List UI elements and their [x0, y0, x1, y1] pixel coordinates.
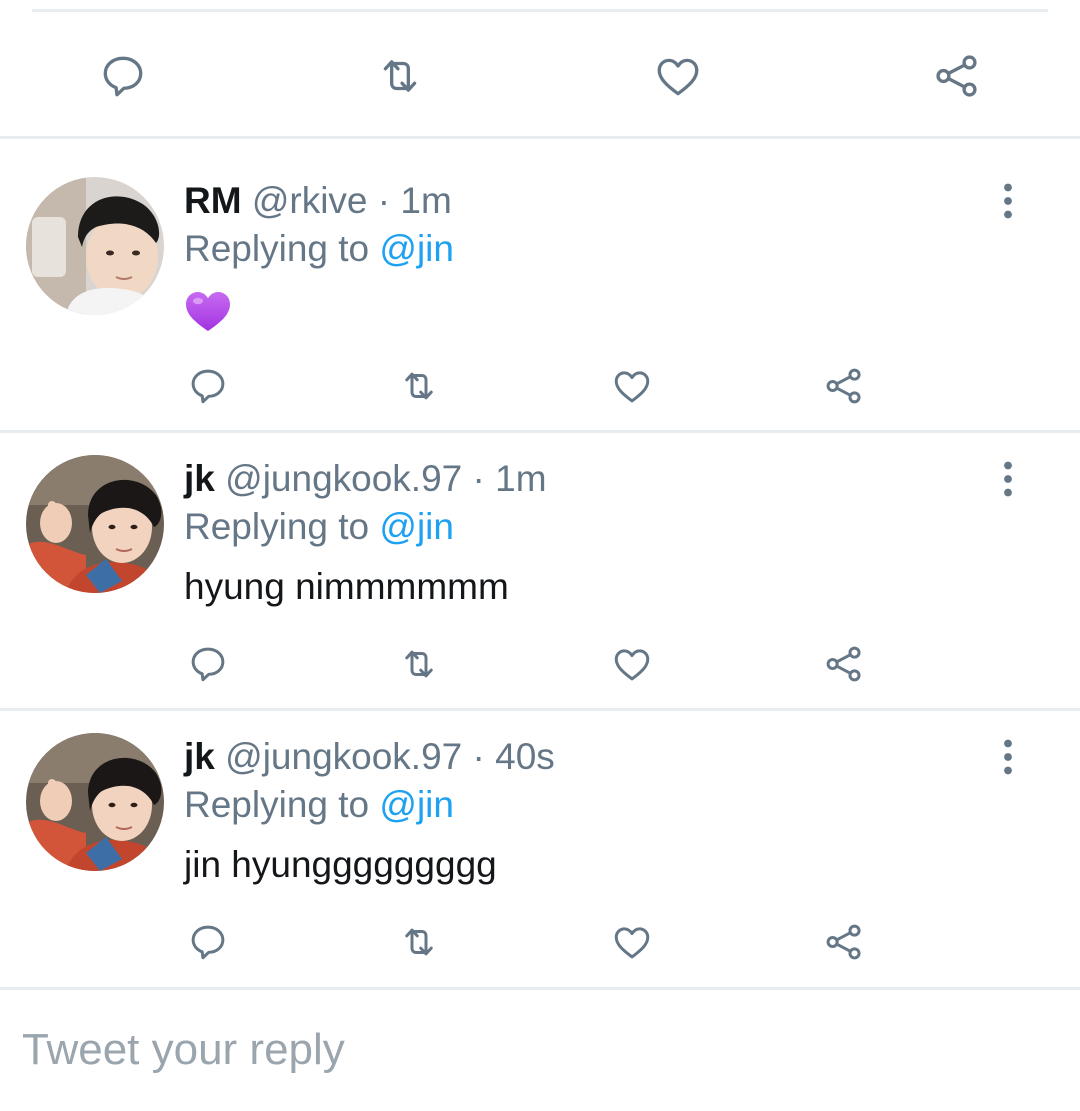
timestamp: 1m — [400, 180, 452, 221]
timestamp: 1m — [495, 458, 547, 499]
share-button[interactable] — [822, 920, 866, 964]
reply-tweet[interactable]: jk @jungkook.97 · 40s Replying to @jin j… — [0, 695, 1080, 973]
user-handle[interactable]: @rkive — [252, 180, 368, 221]
like-button[interactable] — [610, 642, 654, 686]
reply-header: jk @jungkook.97 · 1m — [184, 457, 547, 501]
replying-to-line: Replying to @jin — [184, 783, 454, 827]
share-button[interactable] — [822, 364, 866, 408]
reply-tweet[interactable]: RM @rkive · 1m Replying to @jin — [0, 139, 1080, 417]
like-icon — [614, 371, 650, 403]
reply-button[interactable] — [186, 642, 230, 686]
like-icon — [614, 649, 650, 681]
avatar[interactable] — [26, 177, 164, 315]
mention-link[interactable]: @jin — [379, 228, 454, 269]
reply-text: jin hyunggggggggg — [184, 844, 497, 885]
reply-icon — [103, 56, 143, 97]
reply-text: hyung nimmmmmm — [184, 566, 509, 607]
separator-dot: · — [472, 736, 485, 777]
tweet-reply-input[interactable] — [22, 1020, 1022, 1080]
avatar[interactable] — [26, 733, 164, 871]
user-handle[interactable]: @jungkook.97 — [225, 458, 462, 499]
reply-action-bar — [0, 920, 1080, 966]
more-options-button[interactable] — [988, 459, 1028, 499]
retweet-icon — [405, 928, 433, 956]
reply-icon — [191, 925, 225, 960]
reply-button[interactable] — [186, 364, 230, 408]
main-share-button[interactable] — [931, 50, 983, 102]
replying-to-line: Replying to @jin — [184, 227, 454, 271]
more-vertical-icon — [1004, 461, 1012, 497]
compose-reply-bar — [0, 990, 1080, 1111]
reply-header: jk @jungkook.97 · 40s — [184, 735, 555, 779]
separator-dot: · — [472, 458, 485, 499]
timestamp: 40s — [495, 736, 555, 777]
like-button[interactable] — [610, 364, 654, 408]
retweet-button[interactable] — [397, 642, 441, 686]
more-vertical-icon — [1004, 739, 1012, 775]
retweet-icon — [405, 372, 433, 400]
user-handle[interactable]: @jungkook.97 — [225, 736, 462, 777]
like-icon — [657, 58, 699, 96]
more-vertical-icon — [1004, 183, 1012, 219]
reply-header: RM @rkive · 1m — [184, 179, 452, 223]
like-icon — [614, 927, 650, 959]
reply-button[interactable] — [186, 920, 230, 964]
more-options-button[interactable] — [988, 181, 1028, 221]
avatar[interactable] — [26, 455, 164, 593]
display-name[interactable]: jk — [184, 458, 215, 499]
share-icon — [936, 55, 977, 97]
display-name[interactable]: jk — [184, 736, 215, 777]
display-name[interactable]: RM — [184, 180, 242, 221]
reply-tweet[interactable]: jk @jungkook.97 · 1m Replying to @jin hy… — [0, 417, 1080, 695]
replying-to-label: Replying to — [184, 506, 380, 547]
share-button[interactable] — [822, 642, 866, 686]
more-options-button[interactable] — [988, 737, 1028, 777]
replying-to-line: Replying to @jin — [184, 505, 454, 549]
mention-link[interactable]: @jin — [379, 784, 454, 825]
mention-link[interactable]: @jin — [379, 506, 454, 547]
share-icon — [826, 646, 861, 682]
main-tweet-action-bar — [0, 12, 1080, 136]
reply-action-bar — [0, 364, 1080, 410]
reply-action-bar — [0, 642, 1080, 688]
retweet-button[interactable] — [397, 920, 441, 964]
like-button[interactable] — [610, 920, 654, 964]
reply-icon — [191, 647, 225, 682]
replying-to-label: Replying to — [184, 784, 380, 825]
main-reply-button[interactable] — [97, 50, 149, 102]
purple-heart-emoji — [186, 292, 230, 331]
retweet-icon — [405, 650, 433, 678]
separator-dot: · — [377, 180, 391, 221]
share-icon — [826, 924, 861, 960]
main-retweet-button[interactable] — [374, 50, 426, 102]
main-like-button[interactable] — [652, 50, 704, 102]
replying-to-label: Replying to — [184, 228, 380, 269]
retweet-icon — [383, 60, 417, 92]
reply-icon — [191, 369, 225, 404]
share-icon — [826, 368, 861, 404]
retweet-button[interactable] — [397, 364, 441, 408]
